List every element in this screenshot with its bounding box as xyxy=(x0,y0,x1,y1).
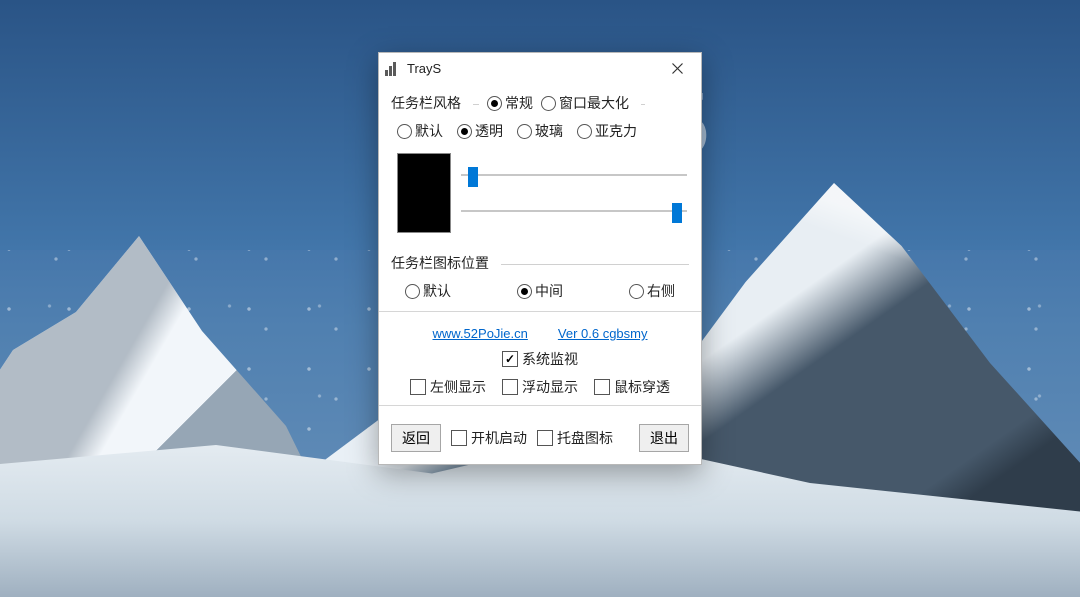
checkbox-label: 托盘图标 xyxy=(557,428,613,448)
radio-effect-glass[interactable]: 玻璃 xyxy=(517,121,563,141)
slider-color[interactable] xyxy=(461,165,687,185)
style-group-label: 任务栏风格 xyxy=(391,93,461,113)
checkbox-boot-launch[interactable]: 开机启动 xyxy=(451,428,527,448)
radio-effect-acrylic[interactable]: 亚克力 xyxy=(577,121,637,141)
radio-label: 常规 xyxy=(505,93,533,113)
radio-label: 默认 xyxy=(423,281,451,301)
window-title: TrayS xyxy=(407,61,657,76)
checkbox-icon xyxy=(594,379,610,395)
app-icon xyxy=(385,60,401,76)
radio-icon xyxy=(517,284,532,299)
checkbox-label: 浮动显示 xyxy=(522,377,578,397)
radio-icon xyxy=(487,96,502,111)
radio-label: 玻璃 xyxy=(535,121,563,141)
checkbox-tray-icon[interactable]: 托盘图标 xyxy=(537,428,613,448)
radio-icon xyxy=(405,284,420,299)
radio-icon xyxy=(629,284,644,299)
radio-effect-default[interactable]: 默认 xyxy=(397,121,443,141)
checkbox-icon xyxy=(502,379,518,395)
link-version[interactable]: Ver 0.6 cgbsmy xyxy=(558,326,648,341)
link-site[interactable]: www.52PoJie.cn xyxy=(433,326,528,341)
checkbox-label: 系统监视 xyxy=(522,349,578,369)
checkbox-float-display[interactable]: 浮动显示 xyxy=(502,377,578,397)
titlebar[interactable]: TrayS xyxy=(379,53,701,83)
close-button[interactable] xyxy=(657,54,697,82)
checkbox-mouse-through[interactable]: 鼠标穿透 xyxy=(594,377,670,397)
radio-icon xyxy=(577,124,592,139)
checkbox-icon xyxy=(451,430,467,446)
radio-mode-normal[interactable]: 常规 xyxy=(487,93,533,113)
radio-label: 透明 xyxy=(475,121,503,141)
radio-pos-right[interactable]: 右侧 xyxy=(629,281,675,301)
checkbox-system-monitor[interactable]: 系统监视 xyxy=(502,349,578,369)
checkbox-icon xyxy=(410,379,426,395)
checkbox-label: 开机启动 xyxy=(471,428,527,448)
slider-opacity[interactable] xyxy=(461,201,687,221)
radio-icon xyxy=(457,124,472,139)
radio-label: 右侧 xyxy=(647,281,675,301)
checkbox-label: 鼠标穿透 xyxy=(614,377,670,397)
exit-button[interactable]: 退出 xyxy=(639,424,689,452)
checkbox-icon xyxy=(502,351,518,367)
radio-icon xyxy=(517,124,532,139)
close-icon xyxy=(672,63,683,74)
radio-mode-maximized[interactable]: 窗口最大化 xyxy=(541,93,629,113)
radio-effect-transparent[interactable]: 透明 xyxy=(457,121,503,141)
radio-label: 亚克力 xyxy=(595,121,637,141)
separator xyxy=(379,311,701,312)
radio-label: 中间 xyxy=(535,281,563,301)
radio-label: 默认 xyxy=(415,121,443,141)
radio-icon xyxy=(541,96,556,111)
trays-window: TrayS 任务栏风格 常规 窗口最大化 默认 xyxy=(378,52,702,465)
color-swatch[interactable] xyxy=(397,153,451,233)
separator xyxy=(379,405,701,406)
radio-icon xyxy=(397,124,412,139)
back-button[interactable]: 返回 xyxy=(391,424,441,452)
radio-label: 窗口最大化 xyxy=(559,93,629,113)
checkbox-icon xyxy=(537,430,553,446)
position-group-label: 任务栏图标位置 xyxy=(391,253,489,273)
checkbox-left-display[interactable]: 左侧显示 xyxy=(410,377,486,397)
checkbox-label: 左侧显示 xyxy=(430,377,486,397)
radio-pos-default[interactable]: 默认 xyxy=(405,281,451,301)
radio-pos-center[interactable]: 中间 xyxy=(517,281,563,301)
